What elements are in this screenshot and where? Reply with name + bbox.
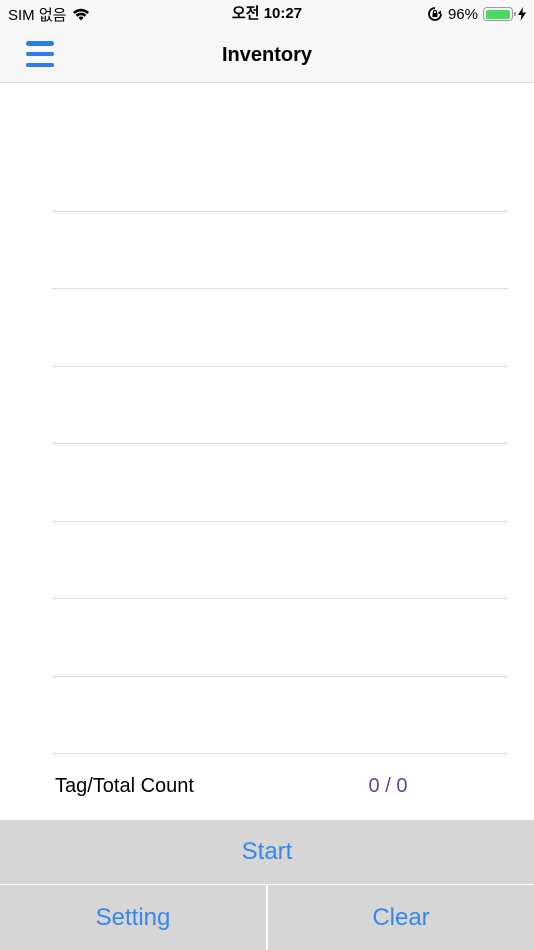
list-item — [52, 598, 508, 599]
orientation-lock-icon — [428, 7, 442, 21]
count-value: 0 / 0 — [368, 775, 408, 797]
start-button[interactable]: Start — [0, 820, 534, 884]
battery-percent: 96% — [447, 5, 478, 23]
charging-bolt-icon — [518, 7, 526, 21]
status-bar: SIM 없음 오전 10:27 96% — [0, 0, 534, 28]
list-item — [52, 676, 508, 677]
setting-button[interactable]: Setting — [0, 885, 266, 950]
clear-button[interactable]: Clear — [268, 885, 534, 950]
status-right: 96% — [427, 4, 526, 24]
list-item — [52, 288, 508, 289]
list-item — [52, 753, 508, 754]
tag-list[interactable] — [0, 83, 534, 754]
page-title: Inventory — [221, 44, 313, 66]
list-item — [52, 443, 508, 444]
list-item — [52, 366, 508, 367]
count-label: Tag/Total Count — [55, 775, 194, 797]
list-item — [52, 211, 508, 212]
battery-icon — [483, 7, 516, 21]
list-item — [52, 521, 508, 522]
navigation-bar: Inventory — [0, 28, 534, 83]
